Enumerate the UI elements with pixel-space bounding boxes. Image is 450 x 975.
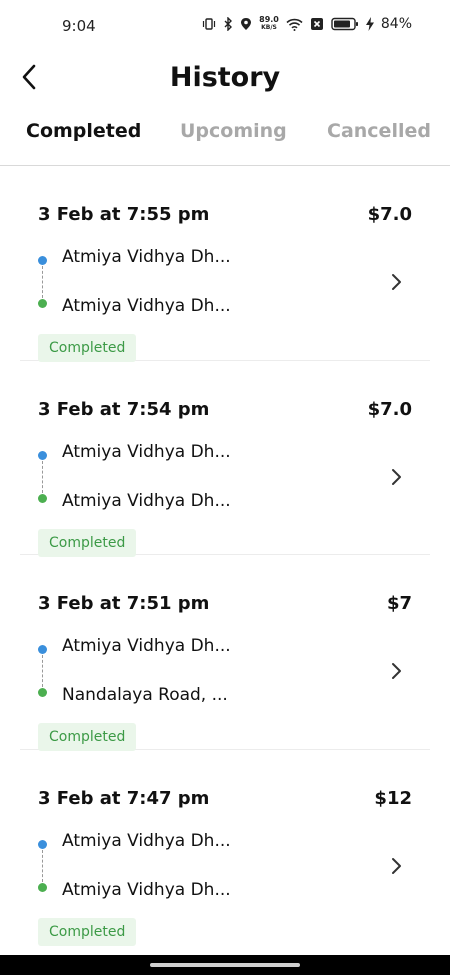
pickup-address: Atmiya Vidhya Dh... xyxy=(62,636,231,656)
drop-address: Atmiya Vidhya Dh... xyxy=(62,296,231,316)
header: History xyxy=(0,52,450,108)
drop-address: Atmiya Vidhya Dh... xyxy=(62,490,231,511)
network-speed: 89.0 KB/S xyxy=(259,16,279,32)
route-line xyxy=(42,849,43,882)
trip-fare: $7 xyxy=(386,593,412,614)
trip-card[interactable]: 3 Feb at 7:54 pm $7.0 Atmiya Vidhya Dh..… xyxy=(20,361,430,557)
status-badge: Completed xyxy=(38,528,137,557)
pickup-dot-icon xyxy=(38,450,47,460)
home-gesture-handle[interactable] xyxy=(150,963,300,967)
chevron-right-icon[interactable] xyxy=(390,271,404,293)
pickup-address: Atmiya Vidhya Dh... xyxy=(62,441,231,462)
wifi-icon xyxy=(286,18,303,31)
battery-percent: 84% xyxy=(380,16,412,32)
trip-card[interactable]: 3 Feb at 7:55 pm $7.0 Atmiya Vidhya Dh..… xyxy=(20,166,430,362)
notification-x-icon xyxy=(310,17,324,31)
chevron-right-icon[interactable] xyxy=(390,466,404,488)
route-line xyxy=(42,655,43,687)
system-nav-bar xyxy=(0,955,450,975)
trip-datetime: 3 Feb at 7:47 pm xyxy=(38,787,210,809)
chevron-right-icon[interactable] xyxy=(390,660,404,682)
status-badge: Completed xyxy=(38,334,137,362)
network-speed-unit: KB/S xyxy=(261,24,277,31)
trip-datetime: 3 Feb at 7:51 pm xyxy=(38,593,210,614)
drop-dot-icon xyxy=(38,493,47,503)
page-title: History xyxy=(169,62,281,93)
trip-fare: $7.0 xyxy=(367,398,412,420)
bluetooth-icon xyxy=(223,17,233,31)
battery-icon xyxy=(331,17,359,31)
route-line xyxy=(42,460,43,493)
status-bar: 9:04 89.0 KB/S 84% xyxy=(0,0,450,52)
status-badge: Completed xyxy=(38,723,137,751)
location-icon xyxy=(240,17,252,31)
charging-icon xyxy=(365,17,374,31)
trip-datetime: 3 Feb at 7:54 pm xyxy=(38,398,210,420)
drop-dot-icon xyxy=(38,299,47,308)
trip-card[interactable]: 3 Feb at 7:47 pm $12 Atmiya Vidhya Dh...… xyxy=(20,750,430,946)
status-time: 9:04 xyxy=(62,17,96,35)
history-tabs: Completed Upcoming Cancelled xyxy=(0,112,450,166)
network-speed-value: 89.0 xyxy=(259,15,279,24)
trip-datetime: 3 Feb at 7:55 pm xyxy=(38,204,210,225)
trip-fare: $12 xyxy=(374,787,412,809)
chevron-right-icon[interactable] xyxy=(390,855,404,877)
route-line xyxy=(42,266,43,298)
drop-dot-icon xyxy=(38,688,47,697)
pickup-address: Atmiya Vidhya Dh... xyxy=(62,830,231,851)
vibrate-icon xyxy=(202,17,216,31)
tab-upcoming[interactable]: Upcoming xyxy=(180,120,287,142)
trip-fare: $7.0 xyxy=(367,204,412,225)
pickup-dot-icon xyxy=(38,645,47,654)
drop-address: Nandalaya Road, ... xyxy=(62,685,228,705)
drop-dot-icon xyxy=(38,882,47,892)
trip-card[interactable]: 3 Feb at 7:51 pm $7 Atmiya Vidhya Dh... … xyxy=(20,555,430,751)
trip-list: 3 Feb at 7:55 pm $7.0 Atmiya Vidhya Dh..… xyxy=(0,166,450,946)
pickup-address: Atmiya Vidhya Dh... xyxy=(62,247,231,267)
drop-address: Atmiya Vidhya Dh... xyxy=(62,879,231,900)
tab-cancelled[interactable]: Cancelled xyxy=(327,120,431,142)
pickup-dot-icon xyxy=(38,839,47,849)
tab-completed[interactable]: Completed xyxy=(26,120,141,142)
pickup-dot-icon xyxy=(38,256,47,265)
status-icons: 89.0 KB/S 84% xyxy=(202,16,412,32)
status-badge: Completed xyxy=(38,917,137,946)
